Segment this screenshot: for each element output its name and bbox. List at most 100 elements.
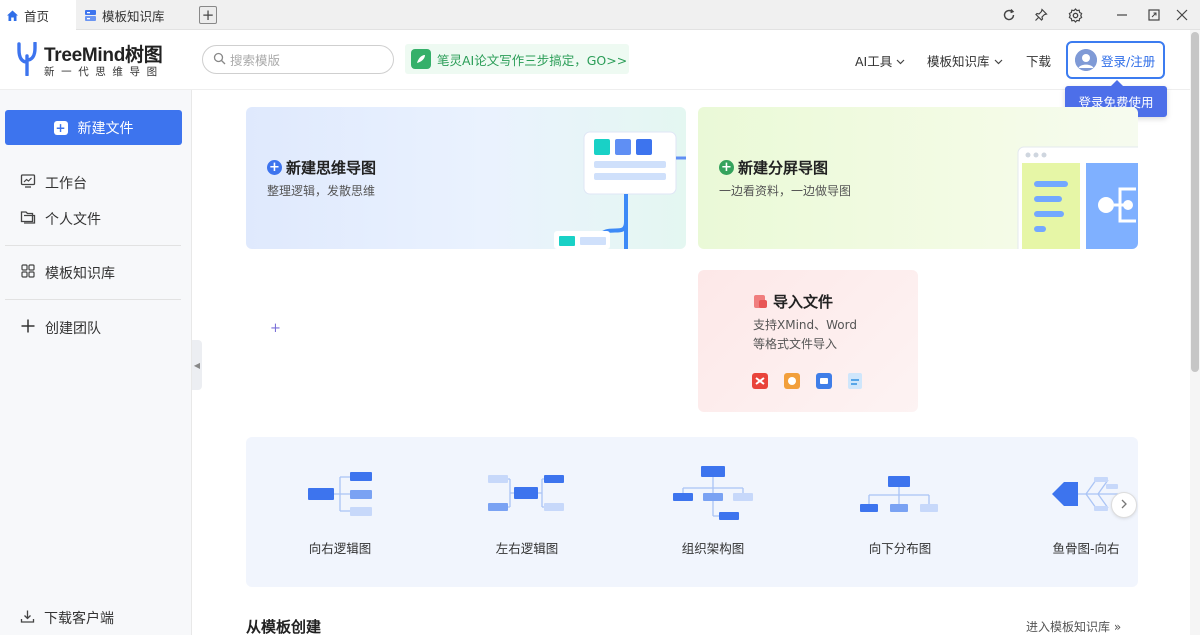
template-left-right-logic[interactable]: 左右逻辑图 [437, 437, 617, 587]
header: TreeMind树图 新一代思维导图 搜索模版 笔灵AI论文写作三步搞定，GO>… [0, 30, 1190, 90]
down-distribution-icon [860, 476, 938, 512]
sidebar-divider [5, 299, 181, 300]
folder-icon [20, 209, 45, 229]
left-right-logic-chart-icon [488, 475, 564, 511]
sidebar-item-label: 工作台 [45, 176, 87, 192]
pen-icon [411, 49, 431, 69]
new-mindmap-desc: 整理逻辑，发散思维 [267, 184, 376, 198]
template-right-logic[interactable]: 向右逻辑图 [250, 437, 430, 587]
sidebar-divider [5, 245, 181, 246]
right-logic-chart-icon [308, 472, 372, 516]
file-format-icons [752, 373, 862, 389]
monitor-icon [20, 173, 45, 193]
search-placeholder: 搜索模版 [230, 53, 281, 68]
nav-label: AI工具 [855, 54, 893, 69]
pin-icon[interactable] [1031, 5, 1051, 25]
new-file-label: 新建文件 [77, 120, 134, 137]
nav-template-library[interactable]: 模板知识库 [927, 51, 1003, 70]
word-format-icon [816, 373, 832, 389]
card-title-text: 新建分屏导图 [738, 159, 829, 177]
tab-label: 模板知识库 [102, 8, 165, 24]
template-label: 鱼骨图-向右 [1052, 541, 1120, 556]
maximize-icon[interactable] [1144, 5, 1164, 25]
template-type-strip: 向右逻辑图 左右逻辑图 组织架构图 向下分布图 鱼骨图-向右 [246, 437, 1138, 587]
template-down-distribution[interactable]: 向下分布图 [810, 437, 990, 587]
chevron-down-icon [994, 53, 1003, 68]
search-icon [213, 52, 230, 68]
download-client-link[interactable]: 下载客户端 [20, 608, 114, 628]
card-title-text: 新建思维导图 [286, 159, 377, 177]
import-file-card[interactable]: 导入文件 支持XMind、Word 等格式文件导入 [698, 270, 918, 412]
new-file-button[interactable]: + 新建文件 [5, 110, 182, 145]
xmind-format-icon [752, 373, 768, 389]
template-fishbone-right[interactable]: 鱼骨图-向右 [996, 437, 1176, 587]
section-title: 从模板创建 [246, 618, 322, 635]
sidebar-item-label: 个人文件 [45, 212, 101, 228]
tab-templates[interactable]: 模板知识库 [84, 0, 165, 30]
logo[interactable]: TreeMind树图 新一代思维导图 [14, 40, 174, 80]
logo-subtitle: 新一代思维导图 [44, 66, 164, 78]
nav-ai-tools[interactable]: AI工具 [855, 51, 905, 70]
org-chart-icon [673, 466, 753, 520]
new-split-mindmap-card[interactable]: + 新建分屏导图 一边看资料，一边做导图 [698, 107, 1138, 249]
plus-icon [20, 318, 45, 338]
import-file-icon [753, 294, 768, 309]
logo-icon [17, 42, 37, 76]
nav-download[interactable]: 下载 [1026, 51, 1051, 70]
chevron-down-icon [896, 53, 905, 68]
sidebar-collapse-toggle[interactable]: ◀ [192, 340, 202, 390]
sidebar-item-template-library[interactable]: 模板知识库 [20, 263, 115, 283]
add-circle-icon: + [267, 160, 282, 175]
go-template-library-link[interactable]: 进入模板知识库 » [1026, 618, 1121, 635]
plus-icon: + [53, 120, 68, 135]
promo-text: 笔灵AI论文写作三步搞定，GO>> [437, 52, 628, 68]
refresh-icon[interactable] [999, 5, 1019, 25]
template-label: 向右逻辑图 [308, 541, 372, 556]
sidebar-item-workspace[interactable]: 工作台 [20, 173, 87, 193]
card-title-text: 导入文件 [773, 293, 834, 311]
logo-title: TreeMind树图 [44, 45, 163, 66]
login-button[interactable]: 登录/注册 [1066, 41, 1165, 79]
settings-icon[interactable] [1065, 5, 1085, 25]
sidebar-item-personal-files[interactable]: 个人文件 [20, 209, 101, 229]
search-input[interactable]: 搜索模版 [202, 45, 394, 74]
new-tab-button[interactable]: + [199, 6, 217, 24]
ai-promo-banner[interactable]: 笔灵AI论文写作三步搞定，GO>> [405, 44, 629, 74]
sidebar-item-label: 模板知识库 [45, 266, 115, 282]
new-mindmap-title: + 新建思维导图 [267, 157, 376, 178]
login-label: 登录/注册 [1101, 53, 1156, 69]
template-label: 左右逻辑图 [495, 541, 559, 556]
add-circle-icon: + [719, 160, 734, 175]
template-label: 向下分布图 [868, 541, 932, 556]
tab-home[interactable]: 首页 [0, 0, 76, 30]
text-format-icon [848, 373, 862, 389]
templates-next-button[interactable] [1111, 492, 1137, 518]
mindmanager-format-icon [784, 373, 800, 389]
new-split-title: + 新建分屏导图 [719, 157, 828, 178]
template-icon [84, 9, 97, 22]
import-desc-line2: 等格式文件导入 [753, 337, 838, 351]
import-desc-line1: 支持XMind、Word [753, 318, 857, 332]
template-org-chart[interactable]: 组织架构图 [623, 437, 803, 587]
download-client-label: 下载客户端 [44, 611, 114, 627]
tab-label: 首页 [24, 8, 50, 24]
plus-icon: + [270, 321, 281, 336]
minimize-icon[interactable] [1112, 5, 1132, 25]
scrollbar-thumb[interactable] [1191, 32, 1199, 372]
home-icon [6, 9, 19, 22]
new-mindmap-card[interactable]: + 新建思维导图 整理逻辑，发散思维 [246, 107, 686, 249]
split-screen-illustration [1017, 146, 1138, 249]
download-icon [20, 609, 44, 628]
chevron-right-icon [1120, 498, 1128, 512]
mindmap-illustration [554, 131, 686, 249]
close-icon[interactable] [1172, 5, 1192, 25]
new-split-desc: 一边看资料，一边做导图 [719, 184, 852, 198]
tab-bar: 首页 模板知识库 + [0, 0, 1200, 30]
template-label: 组织架构图 [681, 541, 745, 556]
nav-label: 下载 [1026, 54, 1052, 69]
sidebar: + 新建文件 工作台 个人文件 模板知识库 创建团队 下载客户端 [0, 90, 192, 635]
import-title: 导入文件 [753, 291, 833, 312]
grid-icon [20, 263, 45, 283]
nav-label: 模板知识库 [927, 54, 990, 69]
sidebar-item-create-team[interactable]: 创建团队 [20, 318, 101, 338]
